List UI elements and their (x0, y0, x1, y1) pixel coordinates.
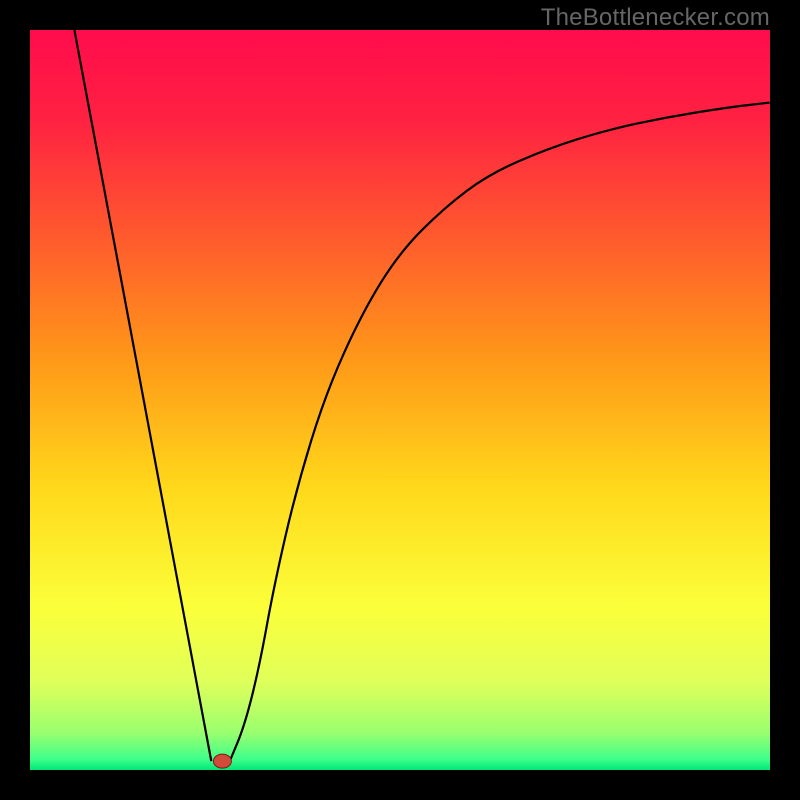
optimum-marker (213, 754, 231, 768)
chart-frame (30, 30, 770, 770)
chart-background (30, 30, 770, 770)
bottleneck-chart (30, 30, 770, 770)
watermark-text: TheBottlenecker.com (541, 4, 770, 32)
